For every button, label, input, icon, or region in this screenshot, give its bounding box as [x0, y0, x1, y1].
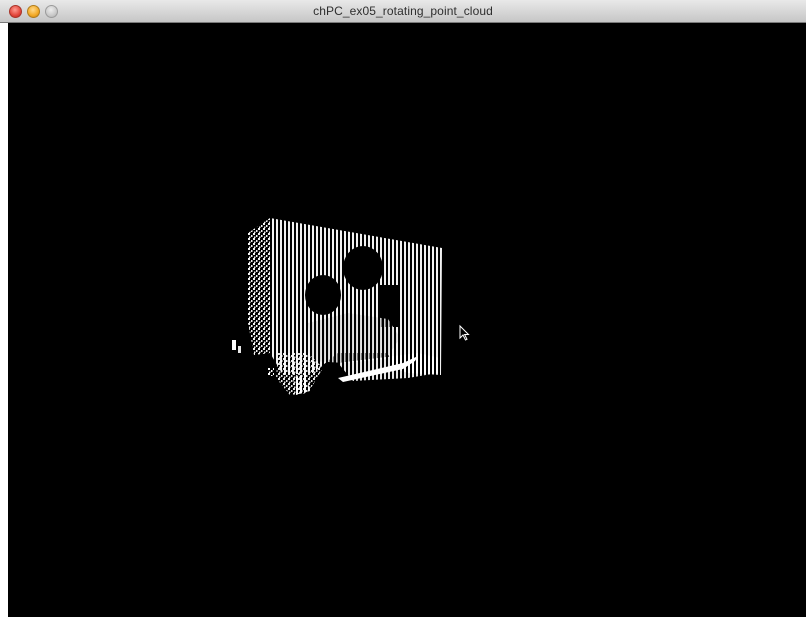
window-title: chPC_ex05_rotating_point_cloud: [313, 4, 493, 18]
arrow-cursor-icon: [459, 324, 470, 341]
point-cloud-render: [232, 218, 470, 395]
point-cloud: [232, 218, 442, 395]
app-window: chPC_ex05_rotating_point_cloud: [0, 0, 806, 617]
title-bar[interactable]: chPC_ex05_rotating_point_cloud: [0, 0, 806, 23]
window-left-edge: [0, 23, 8, 617]
point-cloud-viewport[interactable]: [8, 23, 806, 617]
